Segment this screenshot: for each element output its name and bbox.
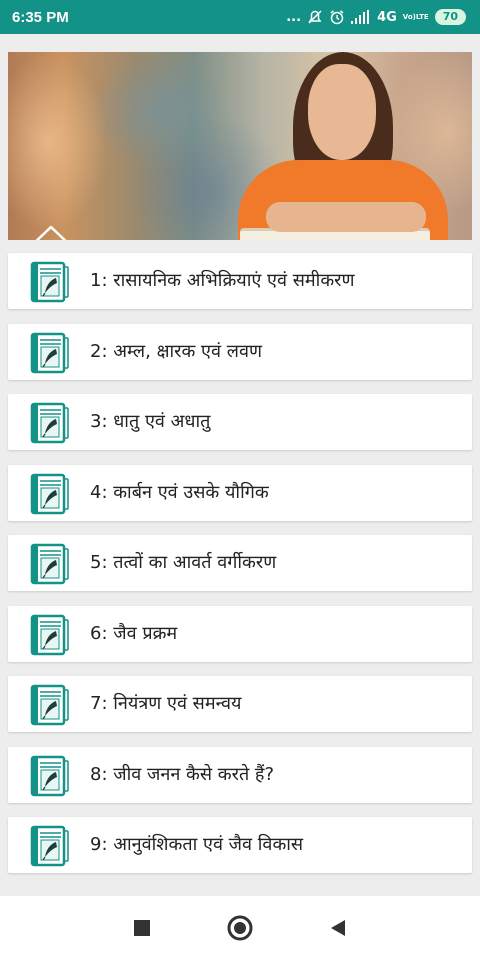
chapter-label: 2: अम्ल, क्षारक एवं लवण xyxy=(90,340,262,362)
book-icon xyxy=(28,543,70,585)
volte-bottom: LTE xyxy=(415,12,429,21)
chapter-label: 5: तत्वों का आवर्त वर्गीकरण xyxy=(90,552,277,573)
banner-person-face xyxy=(308,64,376,160)
back-triangle-icon[interactable] xyxy=(326,916,350,940)
system-nav-bar xyxy=(0,896,480,960)
more-dots: ... xyxy=(286,9,302,25)
book-icon xyxy=(28,473,70,515)
network-type: 4G xyxy=(377,9,397,25)
signal-icon xyxy=(351,10,371,24)
chapter-label: 1: रासायनिक अभिक्रियाएं एवं समीकरण xyxy=(90,270,355,291)
chapter-item[interactable]: 1: रासायनिक अभिक्रियाएं एवं समीकरण xyxy=(8,253,472,309)
status-icons: ... 4G Vo) LTE 70 xyxy=(286,9,466,25)
chapter-label: 4: कार्बन एवं उसके यौगिक xyxy=(90,481,269,503)
chapter-label: 3: धातु एवं अधातु xyxy=(90,411,211,432)
chapter-item[interactable]: 8: जीव जनन कैसे करते हैं? xyxy=(8,746,472,803)
chapter-item[interactable]: 9: आनुवंशिकता एवं जैव विकास xyxy=(8,817,472,873)
book-icon xyxy=(28,684,70,726)
chapter-label: 6: जैव प्रक्रम xyxy=(90,622,178,644)
chapter-item[interactable]: 7: नियंत्रण एवं समन्वय xyxy=(8,676,472,732)
book-icon xyxy=(28,261,70,303)
chapter-item[interactable]: 2: अम्ल, क्षारक एवं लवण xyxy=(8,323,472,380)
chapter-item[interactable]: 3: धातु एवं अधातु xyxy=(8,394,472,450)
header-banner-image xyxy=(8,52,472,240)
chapter-label: 8: जीव जनन कैसे करते हैं? xyxy=(90,763,275,785)
recents-square-icon[interactable] xyxy=(130,916,154,940)
book-icon xyxy=(28,402,70,444)
status-time: 6:35 PM xyxy=(12,8,69,26)
mute-icon xyxy=(307,9,323,25)
chapter-item[interactable]: 4: कार्बन एवं उसके यौगिक xyxy=(8,464,472,521)
chapter-item[interactable]: 5: तत्वों का आवर्त वर्गीकरण xyxy=(8,535,472,591)
chapter-label: 9: आनुवंशिकता एवं जैव विकास xyxy=(90,834,304,855)
battery-indicator: 70 xyxy=(434,9,466,25)
book-icon xyxy=(28,614,70,656)
book-icon xyxy=(28,825,70,867)
volte-indicator: Vo) LTE xyxy=(402,12,429,21)
volte-top: Vo) xyxy=(402,12,416,21)
status-bar: 6:35 PM ... 4G Vo) LTE 70 xyxy=(0,0,480,34)
chapter-label: 7: नियंत्रण एवं समन्वय xyxy=(90,693,242,714)
book-icon xyxy=(28,755,70,797)
home-icon[interactable] xyxy=(26,222,76,240)
banner-person-arms xyxy=(266,202,426,232)
home-circle-icon[interactable] xyxy=(226,914,254,942)
alarm-icon xyxy=(329,9,345,25)
chapter-item[interactable]: 6: जैव प्रक्रम xyxy=(8,605,472,662)
book-icon xyxy=(28,332,70,374)
